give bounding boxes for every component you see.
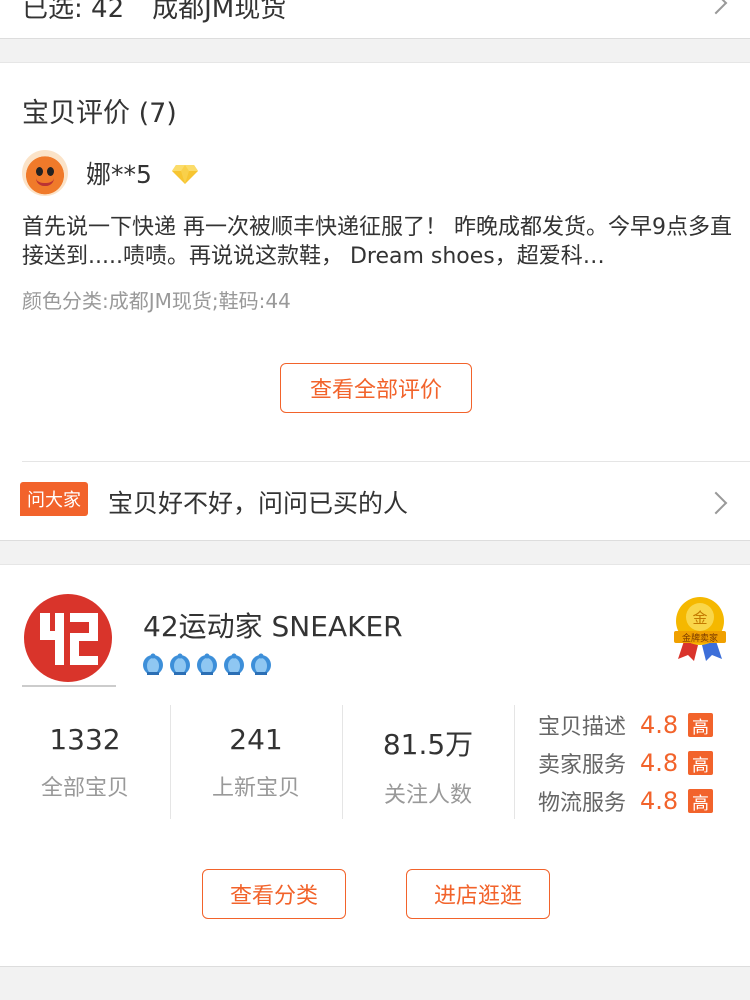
ask-everyone-text: 宝贝好不好，问问已买的人: [108, 489, 409, 518]
shop-stats: 1332 全部宝贝 241 上新宝贝 81.5万 关注人数 宝贝描述 4.8 高…: [0, 705, 750, 819]
selected-spec-text: 已选: 42 成都JM现货: [22, 0, 286, 25]
chevron-right-icon: [704, 491, 728, 515]
crown-icon: [251, 653, 271, 675]
stat-value: 81.5万: [382, 728, 474, 761]
svg-text:金牌卖家: 金牌卖家: [682, 632, 718, 644]
selected-spec-row[interactable]: 已选: 42 成都JM现货: [0, 0, 750, 39]
rating-label: 物流服务: [538, 791, 627, 816]
stat-label: 全部宝贝: [40, 776, 129, 801]
stat-label: 上新宝贝: [211, 776, 300, 801]
review-content[interactable]: 首先说一下快递 再一次被顺丰快递征服了！ 昨晚成都发货。今早9点多直接送到...…: [22, 213, 732, 271]
rating-level-badge: 高: [688, 751, 714, 776]
rating-label: 宝贝描述: [538, 715, 627, 740]
stat-value: 241: [229, 723, 283, 756]
view-categories-button[interactable]: 查看分类: [202, 869, 346, 919]
logo-underline: [22, 685, 116, 687]
shop-name[interactable]: 42运动家 SNEAKER: [143, 605, 403, 645]
divider: [514, 705, 515, 819]
shop-level-crowns: [141, 653, 273, 675]
chevron-right-icon: [704, 0, 728, 15]
rating-score: 4.8: [640, 787, 679, 815]
rating-logistics: 物流服务 4.8 高: [538, 785, 714, 817]
svg-text:金: 金: [692, 609, 707, 627]
stat-followers[interactable]: 81.5万 关注人数: [343, 705, 513, 819]
rating-score: 4.8: [640, 711, 679, 739]
stat-label: 关注人数: [383, 783, 472, 808]
review-spec: 颜色分类:成都JM现货;鞋码:44: [22, 289, 291, 313]
gold-seller-badge: 金 金牌卖家: [672, 595, 728, 661]
selected-size: 已选: 42: [22, 0, 125, 24]
crown-icon: [143, 653, 163, 675]
view-all-reviews-button[interactable]: 查看全部评价: [280, 363, 472, 413]
reviews-title: 宝贝评价 (7): [22, 98, 177, 129]
reviews-section: 宝贝评价 (7) 娜**5 首先说一下快递 再一次被顺丰快递征服了！ 昨晚成都发…: [0, 62, 750, 541]
crown-icon: [170, 653, 190, 675]
ask-everyone-row[interactable]: 问大家 宝贝好不好，问问已买的人: [0, 462, 750, 542]
rating-service: 卖家服务 4.8 高: [538, 747, 714, 779]
enter-shop-button[interactable]: 进店逛逛: [406, 869, 550, 919]
rating-description: 宝贝描述 4.8 高: [538, 709, 714, 741]
rating-score: 4.8: [640, 749, 679, 777]
reviewer-row: 娜**5: [22, 149, 198, 197]
ask-everyone-badge: 问大家: [20, 482, 88, 516]
stat-all-items[interactable]: 1332 全部宝贝: [0, 705, 170, 819]
reviewer-name: 娜**5: [86, 160, 152, 189]
stat-new-items[interactable]: 241 上新宝贝: [171, 705, 341, 819]
diamond-icon: [171, 163, 198, 184]
rating-label: 卖家服务: [538, 753, 627, 778]
reviewer-avatar: [22, 150, 68, 196]
rating-level-badge: 高: [688, 789, 714, 814]
crown-icon: [197, 653, 217, 675]
rating-level-badge: 高: [688, 713, 714, 738]
selected-option: 成都JM现货: [152, 0, 287, 24]
crown-icon: [224, 653, 244, 675]
shop-section: 42运动家 SNEAKER 金 金牌卖家 1332 全部宝贝 241 上新宝贝: [0, 564, 750, 967]
stat-value: 1332: [49, 723, 121, 756]
shop-logo[interactable]: [22, 591, 114, 685]
